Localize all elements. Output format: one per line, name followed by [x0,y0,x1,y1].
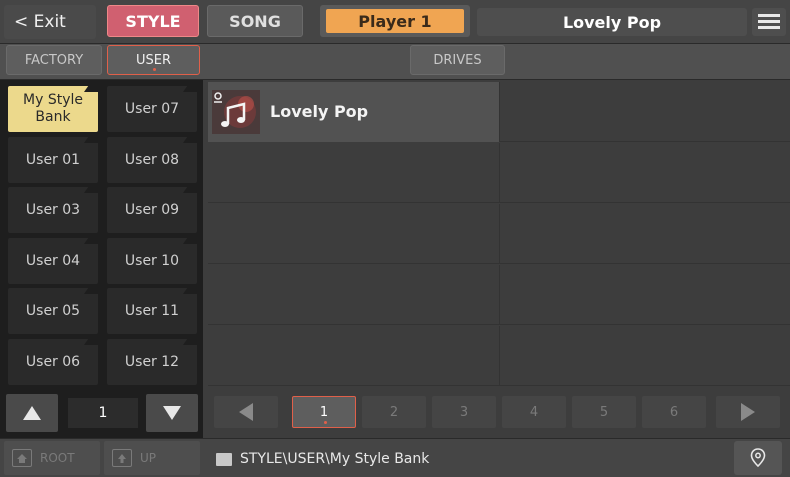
player-label[interactable]: Player 1 [326,9,464,33]
root-button[interactable]: ROOT [4,441,100,475]
empty-cell [208,265,500,325]
root-label: ROOT [40,451,75,465]
page-button-2[interactable]: 2 [362,396,426,428]
tab-song[interactable]: SONG [207,5,303,37]
tab-drives[interactable]: DRIVES [410,45,505,75]
empty-cell [501,326,790,386]
bank-user-12[interactable]: User 12 [107,339,197,385]
bank-user-03[interactable]: User 03 [8,187,98,233]
bank-my-style-bank[interactable]: My Style Bank [8,86,98,132]
file-item[interactable]: Lovely Pop [208,82,500,142]
list-row [208,143,790,203]
page-next-button[interactable] [716,396,780,428]
list-row [208,204,790,264]
current-song-name: Lovely Pop [477,8,747,36]
file-name: Lovely Pop [270,102,369,121]
location-button[interactable] [734,441,782,475]
folder-icon [216,452,232,466]
exit-button[interactable]: < Exit [4,5,96,39]
list-row: Lovely Pop [208,82,790,142]
list-row [208,326,790,386]
file-list: Lovely Pop [208,82,790,388]
bank-user-07[interactable]: User 07 [107,86,197,132]
empty-cell [501,204,790,264]
menu-button[interactable] [752,8,786,36]
empty-cell [208,204,500,264]
page-button-4[interactable]: 4 [502,396,566,428]
tab-user[interactable]: USER [107,45,200,75]
arrow-up-icon [23,406,41,420]
arrow-left-icon [239,403,253,421]
up-button[interactable]: UP [104,441,200,475]
bank-user-09[interactable]: User 09 [107,187,197,233]
arrow-right-icon [741,403,755,421]
menu-icon [758,13,780,31]
list-row [208,265,790,325]
bank-user-05[interactable]: User 05 [8,288,98,334]
up-label: UP [140,451,157,465]
bank-scroll-down-button[interactable] [146,394,198,432]
bank-user-11[interactable]: User 11 [107,288,197,334]
bank-user-06[interactable]: User 06 [8,339,98,385]
breadcrumb: STYLE\USER\My Style Bank [216,451,429,467]
style-music-icon [212,90,260,134]
location-pin-icon [750,448,766,468]
page-button-3[interactable]: 3 [432,396,496,428]
arrow-down-icon [163,406,181,420]
empty-cell [501,82,790,142]
page-button-6[interactable]: 6 [642,396,706,428]
bank-user-01[interactable]: User 01 [8,137,98,183]
folder-up-icon [112,449,132,467]
page-prev-button[interactable] [214,396,278,428]
bank-scroll-bar: 1 [6,394,198,432]
page-button-5[interactable]: 5 [572,396,636,428]
home-icon [12,449,32,467]
bank-scroll-up-button[interactable] [6,394,58,432]
empty-cell [208,326,500,386]
path-text: STYLE\USER\My Style Bank [240,451,430,467]
bank-user-08[interactable]: User 08 [107,137,197,183]
empty-cell [501,265,790,325]
tab-user-label: USER [135,52,171,68]
page-button-1[interactable]: 1 [292,396,356,428]
bank-user-10[interactable]: User 10 [107,238,197,284]
bank-user-04[interactable]: User 04 [8,238,98,284]
empty-cell [208,143,500,203]
page-navigator: 1 2 3 4 5 6 [208,392,790,432]
bank-panel: My Style Bank User 07 User 01 User 08 Us… [0,80,203,438]
tab-factory[interactable]: FACTORY [6,45,102,75]
bank-page-number: 1 [68,398,138,428]
tab-style[interactable]: STYLE [107,5,199,37]
empty-cell [501,143,790,203]
